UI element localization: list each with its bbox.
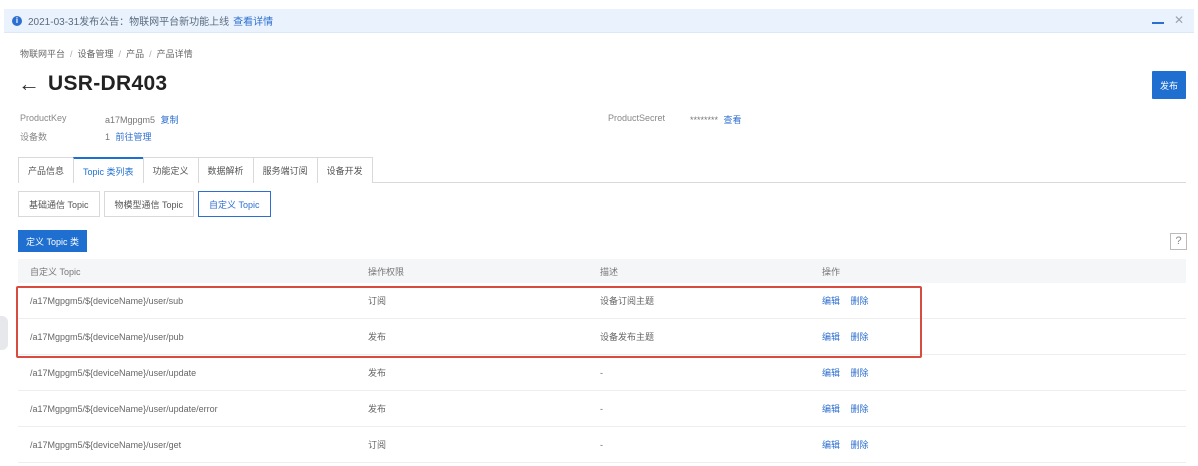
actions-cell: 编辑 删除 [822,438,1186,451]
breadcrumb-item[interactable]: 产品 [126,49,144,59]
topic-cell: /a17Mgpgm5/${deviceName}/user/update [30,367,197,378]
breadcrumb-item[interactable]: 物联网平台 [20,49,65,59]
copy-link[interactable]: 复制 [161,115,179,125]
edit-link[interactable]: 编辑 [822,368,840,378]
sidebar-collapse-handle[interactable] [0,316,8,350]
description-cell: - [600,403,603,414]
delete-link[interactable]: 删除 [851,440,869,450]
actions-cell: 编辑 删除 [822,294,1186,307]
subtab-basic-topic[interactable]: 基础通信 Topic [18,191,100,217]
tab-server-subscription[interactable]: 服务端订阅 [252,157,318,183]
edit-link[interactable]: 编辑 [822,404,840,414]
topic-cell: /a17Mgpgm5/${deviceName}/user/update/err… [30,403,218,414]
table-row: /a17Mgpgm5/${deviceName}/user/pub 发布 设备发… [18,319,1186,355]
actions-cell: 编辑 删除 [822,402,1186,415]
description-cell: 设备发布主题 [600,332,655,342]
title-row: ← USR-DR403 [18,72,167,96]
minimize-icon[interactable] [1151,22,1164,24]
tab-data-parsing[interactable]: 数据解析 [197,157,254,183]
table-row: /a17Mgpgm5/${deviceName}/user/update/err… [18,391,1186,427]
tab-device-development[interactable]: 设备开发 [316,157,373,183]
publish-button[interactable]: 发布 [1152,71,1186,99]
actions-cell: 编辑 删除 [822,366,1186,379]
device-count-label: 设备数 [20,132,48,142]
topic-subtabs: 基础通信 Topic 物模型通信 Topic 自定义 Topic [18,191,271,217]
topic-cell: /a17Mgpgm5/${deviceName}/user/pub [30,331,184,342]
permission-cell: 订阅 [368,296,387,306]
edit-link[interactable]: 编辑 [822,332,840,342]
description-cell: - [600,367,603,378]
description-cell: - [600,439,603,450]
topic-cell: /a17Mgpgm5/${deviceName}/user/sub [30,295,184,306]
header-permission: 操作权限 [368,266,405,277]
product-secret-field: ******** 查看 [690,113,742,126]
subtab-custom-topic[interactable]: 自定义 Topic [198,191,271,217]
manage-link[interactable]: 前往管理 [116,132,152,142]
notice-text: 2021-03-31发布公告：物联网平台新功能上线 [28,17,230,28]
product-key-value: a17Mgpgm5 [105,115,156,125]
topic-cell: /a17Mgpgm5/${deviceName}/user/get [30,439,182,450]
define-topic-button[interactable]: 定义 Topic 类 [18,230,88,252]
permission-cell: 订阅 [368,440,387,450]
table-header: 自定义 Topic 操作权限 描述 操作 [18,259,1186,283]
delete-link[interactable]: 删除 [851,368,869,378]
notice-bar: i 2021-03-31发布公告：物联网平台新功能上线 查看详情 ✕ [4,9,1194,33]
product-key-field: a17Mgpgm5 复制 [105,113,179,126]
tab-function-definition[interactable]: 功能定义 [142,157,199,183]
tab-product-info[interactable]: 产品信息 [18,157,75,183]
description-cell: 设备订阅主题 [600,296,655,306]
table-row: /a17Mgpgm5/${deviceName}/user/get 订阅 - 编… [18,427,1186,463]
breadcrumb-item[interactable]: 设备管理 [78,49,114,59]
delete-link[interactable]: 删除 [851,332,869,342]
view-secret-link[interactable]: 查看 [724,115,742,125]
table-row: /a17Mgpgm5/${deviceName}/user/sub 订阅 设备订… [18,283,1186,319]
product-key-label: ProductKey [20,113,67,123]
close-icon[interactable]: ✕ [1174,13,1184,27]
permission-cell: 发布 [368,404,387,414]
table-row: /a17Mgpgm5/${deviceName}/user/update 发布 … [18,355,1186,391]
device-count-field: 1 前往管理 [105,130,152,143]
page-title: USR-DR403 [48,72,168,95]
delete-link[interactable]: 删除 [851,296,869,306]
topic-table: 自定义 Topic 操作权限 描述 操作 /a17Mgpgm5/${device… [18,259,1186,463]
tab-topic-list[interactable]: Topic 类列表 [73,157,144,183]
header-actions: 操作 [822,266,841,277]
edit-link[interactable]: 编辑 [822,440,840,450]
breadcrumb: 物联网平台 / 设备管理 / 产品 / 产品详情 [20,49,193,59]
header-topic: 自定义 Topic [30,266,81,277]
permission-cell: 发布 [368,368,387,378]
tab-bar: 产品信息 Topic 类列表 功能定义 数据解析 服务端订阅 设备开发 [18,157,1186,183]
product-secret-value: ******** [690,115,719,125]
actions-cell: 编辑 删除 [822,330,1186,343]
product-secret-label: ProductSecret [608,113,666,123]
edit-link[interactable]: 编辑 [822,296,840,306]
device-count-value: 1 [105,132,111,142]
header-description: 描述 [600,266,619,277]
back-arrow-icon[interactable]: ← [18,73,40,95]
delete-link[interactable]: 删除 [851,404,869,414]
notice-link[interactable]: 查看详情 [233,13,273,28]
subtab-thing-model-topic[interactable]: 物模型通信 Topic [103,191,195,217]
info-icon: i [12,15,22,26]
permission-cell: 发布 [368,332,387,342]
breadcrumb-item: 产品详情 [156,49,193,59]
help-icon[interactable]: ? [1170,233,1187,250]
